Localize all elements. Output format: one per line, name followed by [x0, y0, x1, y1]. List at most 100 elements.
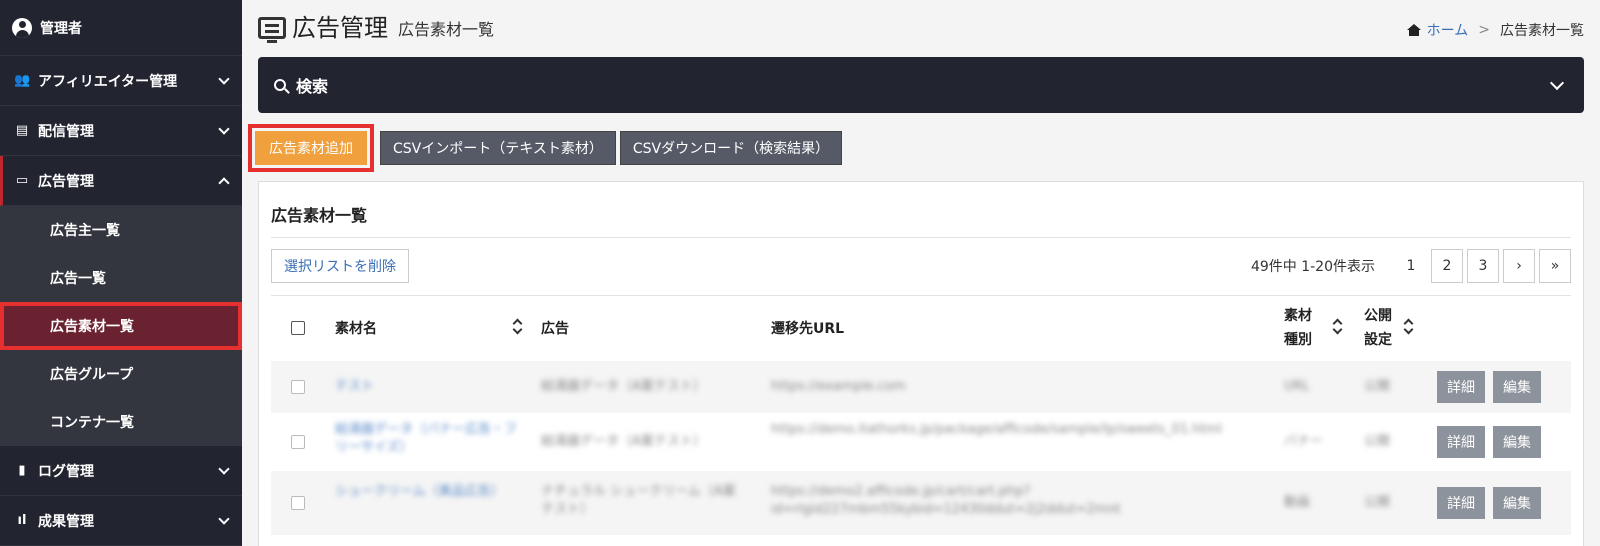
- table-row: テスト 給湯器データ（A案テスト） https://example.com UR…: [271, 361, 1571, 413]
- ad-cell: 給湯器データ（A案テスト）: [541, 379, 706, 394]
- delivery-icon: ▤: [15, 123, 29, 138]
- table-row: シュークリーム（美品広告） ナチュラル シュークリーム（A案テスト） https…: [271, 471, 1571, 535]
- search-label: 検索: [296, 77, 329, 96]
- sidebar-user-label: 管理者: [40, 20, 82, 37]
- detail-button[interactable]: 詳細: [1437, 371, 1485, 403]
- pager-info: 49件中 1-20件表示: [1250, 259, 1375, 275]
- page-subtitle: 広告素材一覧: [398, 20, 495, 39]
- breadcrumb: ホーム > 広告素材一覧: [1406, 20, 1584, 40]
- sort-name-icon[interactable]: [507, 318, 521, 334]
- edit-button[interactable]: 編集: [1493, 487, 1541, 519]
- divider: [271, 237, 1571, 238]
- sidebar: 管理者 👥 アフィリエイター管理 ▤ 配信管理 ▭ 広告管理 広告主一覧 広告一…: [0, 0, 242, 546]
- highlight-frame: 広告素材追加: [248, 124, 374, 172]
- sort-icon: [1333, 319, 1341, 333]
- sidebar-subitem-ad-groups[interactable]: 広告グループ: [0, 350, 242, 398]
- sidebar-user[interactable]: 管理者: [0, 0, 242, 56]
- document-icon: ▮: [18, 463, 26, 478]
- sidebar-item-delivery[interactable]: ▤ 配信管理: [0, 106, 242, 156]
- sidebar-submenu: 広告主一覧 広告一覧 広告素材一覧 広告グループ コンテナ一覧: [0, 206, 242, 446]
- chevron-down-icon: [218, 462, 230, 475]
- pagination: 49件中 1-20件表示 1 2 3 › »: [1251, 249, 1571, 283]
- sort-icon: [1404, 319, 1412, 333]
- type-cell: 動画: [1284, 495, 1311, 510]
- chevron-up-icon: [218, 176, 230, 189]
- ad-icon: ▭: [15, 173, 29, 188]
- type-cell: バナー: [1284, 434, 1324, 449]
- public-cell: 公開: [1364, 434, 1391, 449]
- chevron-down-icon: [218, 512, 230, 525]
- column-header-label: 種別: [1284, 332, 1312, 348]
- sidebar-subitem-ads[interactable]: 広告一覧: [0, 254, 242, 302]
- sort-icon: [513, 319, 521, 333]
- column-header-label: 素材: [1284, 308, 1312, 324]
- user-circle-icon: [12, 17, 32, 38]
- sidebar-item-label: ログ管理: [38, 463, 94, 480]
- edit-button[interactable]: 編集: [1493, 371, 1541, 403]
- sort-type-icon[interactable]: [1327, 318, 1341, 334]
- page-header: 広告管理 広告素材一覧: [258, 8, 494, 43]
- select-all-checkbox[interactable]: [291, 321, 305, 335]
- page-3[interactable]: 3: [1467, 249, 1499, 283]
- url-cell: https://demo.itathorks.jp/package/affico…: [771, 422, 1222, 437]
- row-checkbox[interactable]: [291, 496, 305, 510]
- sidebar-item-label: アフィリエイター管理: [38, 73, 178, 90]
- sort-public-icon[interactable]: [1398, 318, 1412, 334]
- table-header: 素材名 広告 遷移先URL 素材 種別 公開 設定: [271, 296, 1571, 360]
- sidebar-item-logs[interactable]: ▮ ログ管理: [0, 446, 242, 496]
- url-cell: https://demo2.afficode.jp/cart/cart.php?…: [771, 484, 1121, 517]
- material-name-link[interactable]: シュークリーム（美品広告）: [335, 483, 505, 501]
- page-last[interactable]: »: [1539, 249, 1571, 283]
- column-header-public[interactable]: 公開 設定: [1364, 304, 1392, 352]
- edit-button[interactable]: 編集: [1493, 426, 1541, 458]
- sidebar-item-label: 成果管理: [38, 513, 94, 530]
- csv-import-button[interactable]: CSVインポート（テキスト素材）: [380, 131, 616, 165]
- public-cell: 公開: [1364, 495, 1391, 510]
- url-cell: https://example.com: [771, 379, 906, 394]
- chevron-down-icon: [1549, 75, 1565, 90]
- column-header-label: 公開: [1364, 308, 1392, 324]
- column-header-type[interactable]: 素材 種別: [1284, 304, 1312, 352]
- column-header-label: 設定: [1364, 332, 1392, 348]
- material-name-link[interactable]: テスト: [335, 378, 505, 396]
- type-cell: URL: [1284, 379, 1310, 394]
- home-icon: [1406, 23, 1421, 37]
- search-panel-toggle[interactable]: 検索: [258, 57, 1584, 113]
- add-material-button[interactable]: 広告素材追加: [255, 131, 367, 165]
- bar-chart-icon: ıl: [17, 513, 27, 528]
- materials-panel: 広告素材一覧 選択リストを削除 49件中 1-20件表示 1 2 3 › » 素…: [258, 181, 1584, 546]
- ad-cell: ナチュラル シュークリーム（A案テスト）: [541, 484, 736, 517]
- row-checkbox[interactable]: [291, 380, 305, 394]
- public-cell: 公開: [1364, 379, 1391, 394]
- column-header-ad: 広告: [541, 321, 569, 337]
- sidebar-item-results[interactable]: ıl 成果管理: [0, 496, 242, 546]
- sidebar-item-affiliator[interactable]: 👥 アフィリエイター管理: [0, 56, 242, 106]
- page-1: 1: [1406, 258, 1416, 274]
- sidebar-item-label: 配信管理: [38, 123, 94, 140]
- main-content: 広告管理 広告素材一覧 ホーム > 広告素材一覧 検索 広告素材追加 CSVイン…: [242, 0, 1600, 546]
- page-next[interactable]: ›: [1503, 249, 1535, 283]
- sidebar-subitem-advertisers[interactable]: 広告主一覧: [0, 206, 242, 254]
- search-icon: [274, 79, 286, 91]
- csv-download-button[interactable]: CSVダウンロード（検索結果）: [619, 131, 843, 165]
- detail-button[interactable]: 詳細: [1437, 426, 1485, 458]
- breadcrumb-home-link[interactable]: ホーム: [1427, 20, 1469, 40]
- table-row: 給湯器データ（バナー広告・フリーサイズ） 給湯器データ（A案テスト） https…: [271, 413, 1571, 471]
- action-bar: 広告素材追加 CSVインポート（テキスト素材） CSVダウンロード（検索結果）: [248, 124, 843, 172]
- users-icon: 👥: [14, 73, 31, 88]
- sidebar-subitem-containers[interactable]: コンテナ一覧: [0, 398, 242, 446]
- panel-title: 広告素材一覧: [271, 206, 368, 225]
- row-checkbox[interactable]: [291, 435, 305, 449]
- sidebar-item-ad[interactable]: ▭ 広告管理: [0, 156, 242, 206]
- chevron-down-icon: [218, 72, 230, 85]
- chevron-down-icon: [218, 122, 230, 135]
- breadcrumb-current: 広告素材一覧: [1500, 23, 1584, 39]
- material-name-link[interactable]: 給湯器データ（バナー広告・フリーサイズ）: [335, 421, 520, 457]
- page-2[interactable]: 2: [1431, 249, 1463, 283]
- page-title: 広告管理: [292, 14, 388, 42]
- sidebar-item-label: 広告管理: [38, 173, 94, 190]
- delete-selected-button[interactable]: 選択リストを削除: [271, 249, 409, 283]
- sidebar-subitem-ad-materials[interactable]: 広告素材一覧: [0, 302, 242, 350]
- column-header-name[interactable]: 素材名: [335, 318, 377, 338]
- detail-button[interactable]: 詳細: [1437, 487, 1485, 519]
